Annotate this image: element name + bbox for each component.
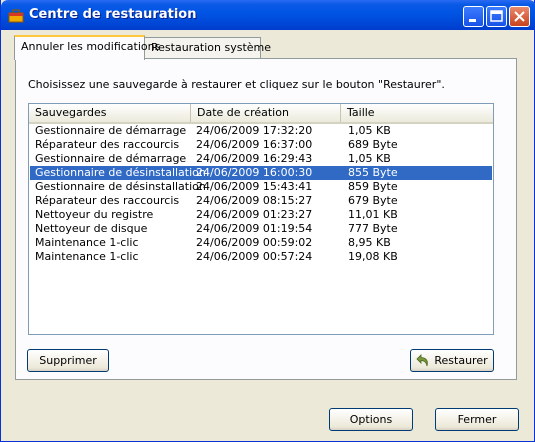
options-button-label: Options	[349, 413, 393, 426]
size-cell: 855 Byte	[348, 166, 398, 179]
table-row[interactable]: Maintenance 1-clic 24/06/2009 00:57:24 19,…	[30, 250, 492, 264]
close-icon	[514, 11, 525, 22]
delete-button-label: Supprimer	[39, 354, 97, 367]
table-row[interactable]: Gestionnaire de démarrage 24/06/2009 17:3…	[30, 124, 492, 138]
table-row[interactable]: Gestionnaire de démarrage 24/06/2009 16:2…	[30, 152, 492, 166]
backup-name-cell: Nettoyeur du registre	[35, 208, 154, 221]
delete-button[interactable]: Supprimer	[27, 349, 109, 372]
size-cell: 11,01 KB	[348, 208, 398, 221]
tab-undo-changes-label: Annuler les modifications	[21, 40, 161, 53]
size-cell: 859 Byte	[348, 180, 398, 193]
maximize-icon	[490, 10, 503, 22]
restore-button[interactable]: Restaurer	[410, 349, 494, 372]
size-cell: 19,08 KB	[348, 250, 398, 263]
creation-date-cell: 24/06/2009 16:37:00	[196, 138, 313, 151]
table-row[interactable]: Nettoyeur du registre 24/06/2009 01:23:27…	[30, 208, 492, 222]
maximize-button[interactable]	[486, 6, 507, 27]
options-button[interactable]: Options	[329, 408, 413, 431]
creation-date-cell: 24/06/2009 00:57:24	[196, 250, 313, 263]
creation-date-cell: 24/06/2009 16:29:43	[196, 152, 313, 165]
backup-name-cell: Gestionnaire de démarrage	[35, 152, 187, 165]
title-bar[interactable]: Centre de restauration	[1, 0, 535, 30]
close-window-button[interactable]	[509, 6, 530, 27]
table-row[interactable]: Gestionnaire de désinstallation 24/06/200…	[30, 166, 492, 180]
size-cell: 689 Byte	[348, 138, 398, 151]
size-cell: 1,05 KB	[348, 124, 391, 137]
tab-system-restore[interactable]: Restauration système	[145, 37, 271, 59]
table-row[interactable]: Gestionnaire de désinstallation 24/06/200…	[30, 180, 492, 194]
backup-name-cell: Gestionnaire de désinstallation	[35, 166, 206, 179]
window-title: Centre de restauration	[29, 7, 197, 22]
creation-date-cell: 24/06/2009 00:59:02	[196, 236, 313, 249]
creation-date-cell: 24/06/2009 01:19:54	[196, 222, 313, 235]
instructions-text: Choisissez une sauvegarde à restaurer et…	[28, 78, 445, 91]
backup-name-cell: Nettoyeur de disque	[35, 222, 148, 235]
undo-arrow-icon	[416, 354, 429, 367]
table-row[interactable]: Réparateur des raccourcis 24/06/2009 16:3…	[30, 138, 492, 152]
restore-button-label: Restaurer	[434, 354, 488, 367]
backup-name-cell: Réparateur des raccourcis	[35, 138, 180, 151]
list-header: Sauvegardes Date de création Taille	[29, 104, 493, 124]
creation-date-cell: 24/06/2009 17:32:20	[196, 124, 313, 137]
table-row[interactable]: Nettoyeur de disque 24/06/2009 01:19:54 77…	[30, 222, 492, 236]
backup-name-cell: Gestionnaire de désinstallation	[35, 180, 206, 193]
tab-system-restore-label: Restauration système	[151, 41, 272, 54]
column-header-size[interactable]: Taille	[341, 104, 493, 122]
size-cell: 1,05 KB	[348, 152, 391, 165]
tab-undo-changes[interactable]: Annuler les modifications	[14, 35, 160, 60]
backup-name-cell: Maintenance 1-clic	[35, 250, 139, 263]
column-header-backups[interactable]: Sauvegardes	[29, 104, 191, 122]
creation-date-cell: 24/06/2009 15:43:41	[196, 180, 313, 193]
minimize-icon	[469, 19, 476, 22]
backups-list[interactable]: Sauvegardes Date de création Taille Gest…	[28, 103, 494, 335]
minimize-button[interactable]	[463, 6, 484, 27]
column-header-created[interactable]: Date de création	[191, 104, 341, 122]
size-cell: 8,95 KB	[348, 236, 391, 249]
size-cell: 679 Byte	[348, 194, 398, 207]
restore-center-window: Centre de restauration Annuler les modif…	[0, 0, 535, 442]
creation-date-cell: 24/06/2009 08:15:27	[196, 194, 313, 207]
creation-date-cell: 24/06/2009 01:23:27	[196, 208, 313, 221]
toolbox-icon	[8, 9, 24, 23]
backup-name-cell: Réparateur des raccourcis	[35, 194, 180, 207]
backup-name-cell: Maintenance 1-clic	[35, 236, 139, 249]
close-button-label: Fermer	[457, 413, 497, 426]
size-cell: 777 Byte	[348, 222, 398, 235]
creation-date-cell: 24/06/2009 16:00:30	[196, 166, 313, 179]
table-row[interactable]: Maintenance 1-clic 24/06/2009 00:59:02 8,9…	[30, 236, 492, 250]
close-button[interactable]: Fermer	[435, 408, 519, 431]
backup-name-cell: Gestionnaire de démarrage	[35, 124, 187, 137]
table-row[interactable]: Réparateur des raccourcis 24/06/2009 08:1…	[30, 194, 492, 208]
